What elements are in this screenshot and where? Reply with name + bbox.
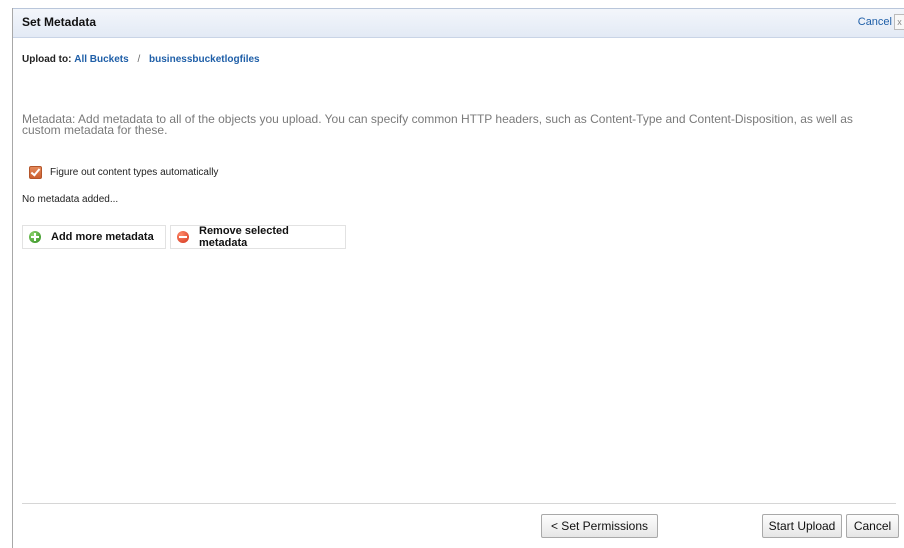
remove-metadata-button[interactable]: Remove selected metadata — [170, 225, 346, 249]
add-metadata-label: Add more metadata — [51, 231, 154, 243]
upload-to-label: Upload to: — [22, 54, 72, 65]
content-types-option[interactable]: Figure out content types automatically — [29, 166, 218, 179]
remove-metadata-label: Remove selected metadata — [199, 225, 289, 249]
close-icon[interactable]: x — [894, 14, 904, 30]
metadata-description: Metadata: Add metadata to all of the obj… — [22, 112, 853, 137]
dialog-title: Set Metadata — [22, 15, 97, 29]
content-types-label: Figure out content types automatically — [50, 167, 219, 178]
bucket-link[interactable]: businessbucketlogfiles — [149, 54, 260, 65]
set-metadata-dialog: Set Metadata Cancel x Upload to: All Buc… — [13, 8, 904, 548]
breadcrumb-separator: / — [137, 54, 141, 65]
add-metadata-button[interactable]: Add more metadata — [22, 225, 166, 249]
checkbox-checked-icon[interactable] — [29, 166, 42, 179]
metadata-status: No metadata added... — [22, 194, 119, 205]
dialog-header: Set Metadata Cancel x — [13, 8, 904, 38]
all-buckets-link[interactable]: All Buckets — [74, 54, 128, 65]
cancel-button[interactable]: Cancel — [846, 514, 899, 538]
breadcrumb: Upload to: All Buckets / businessbucketl… — [22, 54, 260, 65]
header-cancel-link[interactable]: Cancel — [858, 16, 892, 28]
minus-circle-icon — [177, 231, 189, 243]
plus-circle-icon — [29, 231, 41, 243]
set-permissions-button[interactable]: < Set Permissions — [541, 514, 658, 538]
start-upload-button[interactable]: Start Upload — [762, 514, 842, 538]
screen: Set Metadata Cancel x Upload to: All Buc… — [0, 0, 904, 548]
top-gap — [0, 0, 904, 8]
footer-divider — [22, 503, 896, 504]
